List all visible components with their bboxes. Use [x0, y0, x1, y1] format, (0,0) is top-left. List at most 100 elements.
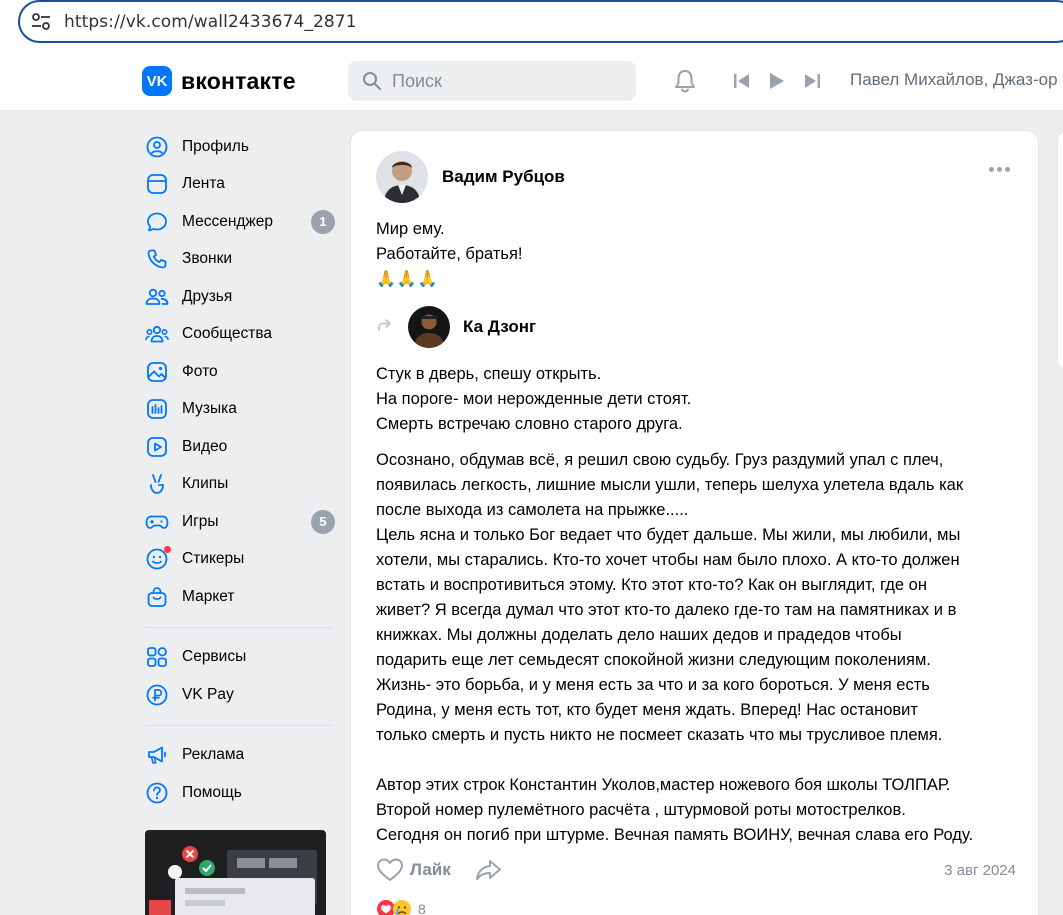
like-button[interactable]: Лайк	[376, 857, 451, 883]
vk-logo-mark: VK	[142, 66, 172, 96]
author-name[interactable]: Вадим Рубцов	[442, 167, 565, 187]
share-button[interactable]	[475, 858, 503, 882]
services-icon	[145, 645, 169, 669]
vk-logo[interactable]: VK вконтакте	[142, 66, 296, 96]
sidebar-item-games[interactable]: Игры 5	[145, 503, 335, 541]
sidebar-item-communities[interactable]: Сообщества	[145, 316, 335, 354]
url-text[interactable]: https://vk.com/wall2433674_2871	[64, 12, 357, 32]
post-text: Мир ему. Работайте, братья! 🙏🙏🙏	[376, 217, 523, 292]
sidebar-item-label: Лента	[182, 175, 225, 193]
now-playing-title[interactable]: Павел Михайлов, Джаз-ор	[850, 70, 1058, 90]
megaphone-icon	[145, 743, 169, 767]
sidebar-item-help[interactable]: Помощь	[145, 774, 335, 812]
sidebar-item-stickers[interactable]: Стикеры	[145, 541, 335, 579]
sidebar-item-label: VK Pay	[182, 685, 234, 703]
communities-icon	[145, 322, 169, 346]
body-line: Жизнь- это борьба, и у меня есть за что …	[376, 676, 930, 694]
left-sidebar: Профиль Лента Мессенджер 1 Звонки Друзья…	[145, 128, 335, 812]
body-line: Родина, у меня есть тот, кто будет меня …	[376, 701, 918, 719]
body-line: книжках. Мы должны доделать дело наших д…	[376, 626, 902, 644]
address-bar[interactable]: https://vk.com/wall2433674_2871	[18, 0, 1063, 43]
profile-icon	[145, 135, 169, 159]
next-track-icon[interactable]	[803, 73, 821, 89]
body-line: появилась легкость, лишние мысли ушли, т…	[376, 476, 964, 494]
praying-hands-emoji: 🙏🙏🙏	[376, 271, 439, 288]
promo-banner[interactable]	[145, 830, 326, 915]
sidebar-item-video[interactable]: Видео	[145, 428, 335, 466]
browser-bar: https://vk.com/wall2433674_2871	[0, 0, 1063, 50]
sidebar-item-services[interactable]: Сервисы	[145, 639, 335, 677]
sidebar-item-vkpay[interactable]: VK Pay	[145, 676, 335, 714]
search-input[interactable]	[392, 70, 612, 92]
sidebar-item-label: Помощь	[182, 783, 242, 801]
sidebar-divider	[145, 724, 332, 726]
play-icon[interactable]	[769, 72, 785, 90]
body-line: встать и воспротивиться этому. Кто этот …	[376, 576, 927, 594]
reactions-count: 8	[418, 901, 426, 915]
sidebar-item-ads[interactable]: Реклама	[145, 737, 335, 775]
repost-body: Осознано, обдумав всё, я решил свою судь…	[376, 448, 1026, 848]
reaction-sad-icon	[393, 900, 411, 915]
repost-author-avatar[interactable]	[408, 306, 450, 348]
sidebar-item-label: Сообщества	[182, 325, 273, 343]
sidebar-item-label: Сервисы	[182, 648, 247, 666]
sidebar-item-label: Звонки	[182, 250, 233, 268]
phone-icon	[145, 247, 169, 271]
body-line: живет? Я всегда думал что этот кто-то да…	[376, 601, 957, 619]
sidebar-item-market[interactable]: Маркет	[145, 578, 335, 616]
repost-header: Ка Дзонг	[376, 306, 536, 348]
clips-icon	[145, 472, 169, 496]
promo-illustration	[149, 846, 317, 915]
previous-track-icon[interactable]	[733, 73, 751, 89]
site-settings-icon[interactable]	[30, 11, 52, 33]
like-label: Лайк	[410, 860, 451, 879]
poem-line: Стук в дверь, спешу открыть.	[376, 365, 602, 383]
notifications-bell-icon[interactable]	[672, 68, 698, 99]
sidebar-item-label: Игры	[182, 512, 219, 530]
sidebar-item-label: Клипы	[182, 475, 229, 493]
repost-arrow-icon	[376, 317, 394, 338]
author-avatar[interactable]	[376, 151, 428, 203]
repost-author-name[interactable]: Ка Дзонг	[463, 317, 536, 337]
right-panel-edge	[1057, 130, 1063, 370]
post-line: Работайте, братья!	[376, 245, 523, 263]
sidebar-item-profile[interactable]: Профиль	[145, 128, 335, 166]
reactions-summary[interactable]: 8	[376, 899, 426, 915]
body-line	[376, 748, 1026, 773]
body-line: подарить еще лет семьдесят спокойной жиз…	[376, 651, 931, 669]
share-arrow-icon	[475, 860, 501, 880]
sidebar-item-clips[interactable]: Клипы	[145, 466, 335, 504]
sidebar-item-label: Мессенджер	[182, 212, 274, 230]
search-box[interactable]	[348, 61, 636, 101]
sidebar-item-music[interactable]: Музыка	[145, 391, 335, 429]
audio-player	[733, 72, 821, 90]
sidebar-item-calls[interactable]: Звонки	[145, 241, 335, 279]
sidebar-item-photos[interactable]: Фото	[145, 353, 335, 391]
body-line: Осознано, обдумав всё, я решил свою судь…	[376, 451, 944, 469]
sidebar-item-label: Друзья	[182, 287, 233, 305]
post-more-icon[interactable]	[989, 167, 1010, 172]
help-icon	[145, 781, 169, 805]
feed-icon	[145, 172, 169, 196]
friends-icon	[145, 285, 169, 309]
sidebar-item-label: Музыка	[182, 400, 237, 418]
post-author[interactable]: Вадим Рубцов	[376, 151, 565, 203]
vk-logo-text: вконтакте	[181, 67, 296, 94]
sidebar-item-friends[interactable]: Друзья	[145, 278, 335, 316]
body-line: только смерть и пусть никто не посмеет с…	[376, 726, 943, 744]
sidebar-item-label: Фото	[182, 362, 218, 380]
sidebar-divider	[145, 626, 332, 628]
poem-line: На пороге- мои нерожденные дети стоят.	[376, 390, 692, 408]
messenger-icon	[145, 210, 169, 234]
unread-badge: 1	[311, 209, 335, 234]
post-line: Мир ему.	[376, 220, 445, 238]
wall-post: Вадим Рубцов Мир ему. Работайте, братья!…	[350, 130, 1039, 915]
body-line: Автор этих строк Константин Уколов,масте…	[376, 776, 951, 794]
sidebar-item-messenger[interactable]: Мессенджер 1	[145, 203, 335, 241]
sidebar-item-feed[interactable]: Лента	[145, 166, 335, 204]
post-date[interactable]: 3 авг 2024	[944, 862, 1016, 879]
new-stickers-dot	[164, 545, 171, 553]
sidebar-item-label: Стикеры	[182, 550, 245, 568]
body-line: Второй номер пулемётного расчёта , штурм…	[376, 801, 906, 819]
games-icon	[145, 510, 169, 534]
